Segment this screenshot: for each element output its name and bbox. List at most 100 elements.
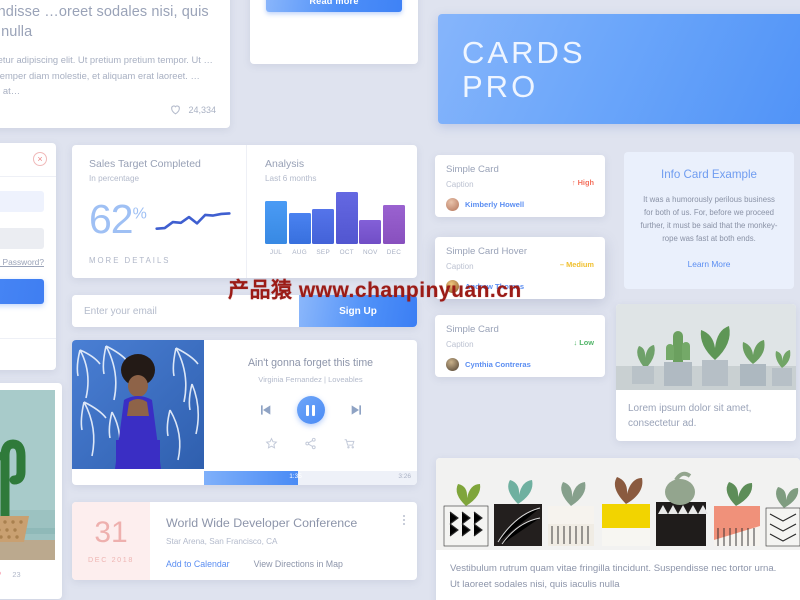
bar-label: SEP (316, 249, 331, 256)
plant-photo (0, 390, 55, 560)
simple-card-caption: Caption (446, 340, 474, 349)
secondary-actions (204, 437, 417, 450)
bar (312, 209, 335, 244)
status-badge: – Medium (559, 260, 594, 269)
album-art-image (72, 340, 204, 469)
status-badge: ↑ High (571, 178, 594, 187)
bar-group: AUG (288, 212, 311, 256)
plant-image (0, 390, 55, 560)
article-like-row[interactable]: 24,334 (169, 103, 216, 116)
read-more-card: blandit dolor moll. Read more (250, 0, 418, 64)
read-more-button[interactable]: Read more (266, 0, 402, 12)
bar-label: AUG (292, 249, 307, 256)
password-field[interactable] (0, 228, 44, 249)
sales-target-title: Sales Target Completed (89, 158, 201, 170)
article-headline: …uam vitae fringilla tincidunt. Suspendi… (0, 4, 209, 40)
article-card: …uam vitae fringilla tincidunt. Suspendi… (0, 0, 230, 128)
sparkline-chart (155, 211, 231, 230)
banner-title: CARDS PRO (462, 36, 586, 104)
bar (359, 220, 382, 244)
bar-group: NOV (359, 220, 382, 256)
avatar (446, 198, 459, 211)
conference-links: Add to Calendar View Directions in Map (166, 559, 401, 569)
view-directions-link[interactable]: View Directions in Map (254, 559, 343, 569)
cactus-image (616, 304, 796, 390)
person-name[interactable]: Kimberly Howell (465, 200, 524, 209)
sales-target-panel: Sales Target Completed In percentage 62%… (72, 145, 246, 278)
analysis-bar-chart: JUL AUG SEP OCT NOV DEC (265, 182, 405, 256)
login-submit-button[interactable] (0, 279, 44, 304)
music-player-card: Ain't gonna forget this time Virginia Fe… (72, 340, 417, 485)
bar (335, 192, 358, 244)
conference-card: 31 DEC 2018 World Wide Developer Confere… (72, 502, 417, 580)
kebab-menu-icon[interactable] (403, 515, 405, 525)
conference-body: World Wide Developer Conference Star Are… (150, 502, 417, 580)
info-card: Info Card Example It was a humorously pe… (624, 152, 794, 289)
succulent-image (436, 458, 800, 550)
simple-card-title: Simple Card Hover (446, 246, 528, 257)
simple-card-person: Kimberly Howell (446, 198, 594, 211)
bar-label: JUL (269, 249, 283, 256)
simple-card-title: Simple Card (446, 324, 499, 335)
share-icon[interactable] (304, 437, 317, 450)
login-card-footer (0, 338, 56, 370)
login-card: × … Password? (0, 143, 56, 370)
analysis-title: Analysis (265, 158, 305, 170)
event-day: 31 (94, 516, 128, 549)
bar (265, 201, 287, 244)
progress-fill (204, 471, 298, 485)
percent-symbol: % (132, 205, 147, 223)
plant-card-meta: 456 23 (0, 560, 55, 580)
time-total: 3:26 (398, 473, 411, 480)
conference-title: World Wide Developer Conference (166, 516, 358, 530)
banner-line-2: PRO (462, 69, 539, 104)
skip-previous-icon[interactable] (257, 402, 273, 418)
cactus-caption: Lorem ipsum dolor sit amet, consectetur … (628, 403, 752, 429)
stats-card: Sales Target Completed In percentage 62%… (72, 145, 417, 278)
heart-solid-icon[interactable] (0, 568, 3, 580)
time-current: 1:35 (289, 473, 302, 480)
event-month-year: DEC 2018 (88, 555, 134, 564)
cart-icon[interactable] (343, 437, 356, 450)
more-details-link[interactable]: MORE DETAILS (89, 256, 246, 265)
track-title: Ain't gonna forget this time (247, 357, 374, 369)
status-badge: ↓ Low (573, 338, 594, 347)
add-to-calendar-link[interactable]: Add to Calendar (166, 559, 230, 569)
bar-group: JUL (265, 201, 287, 256)
cactus-card: Lorem ipsum dolor sit amet, consectetur … (616, 304, 796, 441)
cards-pro-banner: CARDS PRO (438, 14, 800, 124)
person-name[interactable]: Cynthia Contreras (465, 360, 531, 369)
simple-card-3[interactable]: Simple Card Caption ↓ Low Cynthia Contre… (435, 315, 605, 377)
bar-label: NOV (363, 249, 378, 256)
email-field[interactable] (0, 191, 44, 212)
article-like-count: 24,334 (188, 104, 216, 115)
simple-card-title: Simple Card (446, 164, 499, 175)
article-body: …consectetur adipiscing elit. Ut pretium… (0, 54, 213, 96)
succulent-photo (436, 458, 800, 550)
succulent-card: Vestibulum rutrum quam vitae fringilla t… (436, 458, 800, 600)
login-card-header: × (0, 143, 56, 177)
transport-controls (204, 396, 417, 424)
simple-card-1[interactable]: Simple Card Caption ↑ High Kimberly Howe… (435, 155, 605, 217)
playback-progress-bar[interactable]: 1:35 3:26 (204, 471, 417, 485)
star-outline-icon[interactable] (265, 437, 278, 450)
simple-card-person: Cynthia Contreras (446, 358, 594, 371)
close-icon[interactable]: × (33, 152, 47, 166)
pause-icon[interactable] (296, 396, 325, 424)
info-card-body: It was a humorously perilous business fo… (640, 195, 778, 243)
sales-target-subtitle: In percentage (89, 174, 140, 183)
bar-group: SEP (312, 209, 335, 256)
skip-next-icon[interactable] (349, 402, 365, 418)
learn-more-link[interactable]: Learn More (638, 259, 780, 269)
track-artist: Virginia Fernandez | Loveables (258, 375, 363, 384)
bar-group: OCT (335, 192, 358, 256)
sales-target-percent: 62% (89, 199, 147, 240)
forgot-password-link[interactable]: … Password? (0, 257, 44, 267)
analysis-panel: Analysis Last 6 months JUL AUG SEP OCT NOV DE… (246, 145, 417, 278)
bar-label: OCT (339, 249, 354, 256)
sales-target-value-row: 62% (89, 199, 246, 240)
player-controls-panel: Ain't gonna forget this time Virginia Fe… (204, 340, 417, 485)
plant-card: 456 23 (0, 383, 62, 599)
plant-like-count: 23 (12, 569, 21, 579)
cactus-photo (616, 304, 796, 390)
